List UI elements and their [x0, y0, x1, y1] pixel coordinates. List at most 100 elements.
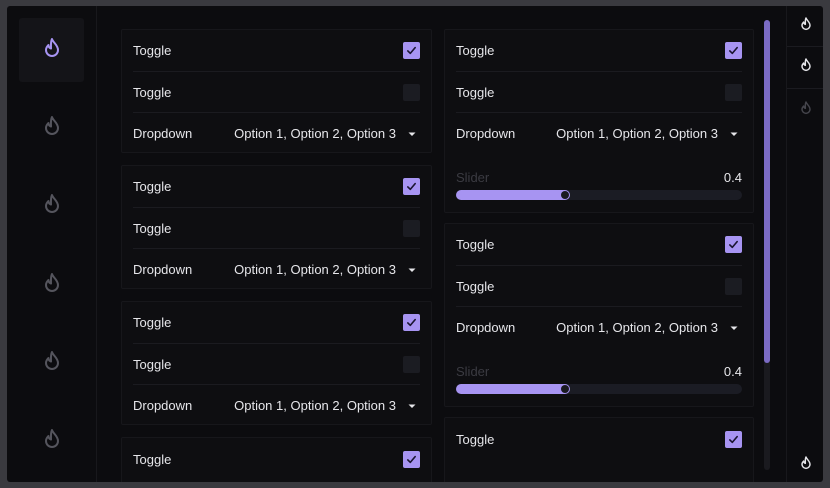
flame-icon	[40, 192, 64, 221]
sidebar-item-1[interactable]	[19, 18, 84, 82]
slider-value: 0.4	[723, 170, 742, 185]
slider-row: Slider 0.4	[456, 356, 742, 396]
toggle-row[interactable]: Toggle	[456, 224, 742, 265]
toggle-checkbox[interactable]	[725, 431, 742, 448]
dropdown-select[interactable]: Option 1, Option 2, Option 3	[556, 320, 742, 336]
dropdown-value: Option 1, Option 2, Option 3	[234, 262, 396, 277]
flame-icon	[40, 349, 64, 378]
toggle-row[interactable]: Toggle	[456, 71, 742, 113]
chevron-down-icon	[404, 262, 420, 278]
toggle-row[interactable]: Toggle	[133, 71, 420, 113]
flame-icon	[40, 114, 64, 143]
dropdown-row[interactable]: Dropdown Option 1, Option 2, Option 3	[133, 384, 420, 426]
settings-group: Toggle Toggle Dropdown Option 1, Option …	[444, 223, 754, 407]
slider-track[interactable]	[456, 190, 742, 200]
scrollbar-thumb[interactable]	[764, 20, 770, 363]
toggle-label: Toggle	[133, 179, 172, 194]
toggle-row[interactable]: Toggle	[456, 419, 742, 460]
right-toolbar	[786, 6, 823, 482]
dropdown-label: Dropdown	[456, 126, 516, 141]
slider-label: Slider	[456, 170, 490, 185]
toggle-row[interactable]: Toggle	[456, 30, 742, 71]
check-icon	[407, 46, 416, 55]
toggle-label: Toggle	[133, 452, 172, 467]
settings-group: Toggle Toggle Dropdown Option 1, Option …	[121, 301, 432, 425]
slider-label: Slider	[456, 364, 490, 379]
toggle-row[interactable]: Toggle	[133, 207, 420, 249]
dropdown-select[interactable]: Option 1, Option 2, Option 3	[234, 398, 420, 414]
chevron-down-icon	[726, 126, 742, 142]
dropdown-row[interactable]: Dropdown Option 1, Option 2, Option 3	[133, 248, 420, 290]
toggle-row[interactable]: Toggle	[133, 343, 420, 385]
settings-group: Toggle	[444, 417, 754, 482]
sidebar-item-2[interactable]	[19, 96, 84, 160]
toggle-checkbox[interactable]	[725, 278, 742, 295]
toggle-checkbox[interactable]	[403, 356, 420, 373]
toggle-row[interactable]: Toggle	[456, 265, 742, 307]
check-icon	[729, 240, 738, 249]
toggle-label: Toggle	[456, 279, 495, 294]
toggle-checkbox[interactable]	[725, 236, 742, 253]
slider-fill	[456, 190, 571, 200]
slider-fill	[456, 384, 571, 394]
dropdown-select[interactable]: Option 1, Option 2, Option 3	[234, 126, 420, 142]
slider-track[interactable]	[456, 384, 742, 394]
dropdown-value: Option 1, Option 2, Option 3	[556, 320, 718, 335]
check-icon	[729, 46, 738, 55]
check-icon	[729, 435, 738, 444]
flame-icon	[798, 16, 814, 37]
dropdown-select[interactable]: Option 1, Option 2, Option 3	[234, 262, 420, 278]
check-icon	[407, 182, 416, 191]
toggle-label: Toggle	[133, 221, 172, 236]
sidebar-item-6[interactable]	[19, 409, 84, 473]
flame-icon	[798, 57, 814, 78]
toggle-row[interactable]: Toggle	[133, 439, 420, 480]
settings-group: Toggle Toggle Dropdown Option 1, Option …	[121, 165, 432, 289]
divider	[787, 88, 823, 89]
toggle-label: Toggle	[133, 315, 172, 330]
right-toolbar-item-2[interactable]	[787, 47, 823, 87]
settings-group: Toggle	[121, 437, 432, 482]
toggle-checkbox[interactable]	[725, 42, 742, 59]
settings-group: Toggle Toggle Dropdown Option 1, Option …	[444, 29, 754, 213]
toggle-checkbox[interactable]	[403, 84, 420, 101]
sidebar-item-4[interactable]	[19, 253, 84, 317]
toggle-label: Toggle	[456, 85, 495, 100]
toggle-row[interactable]: Toggle	[133, 166, 420, 207]
toggle-label: Toggle	[456, 43, 495, 58]
toggle-checkbox[interactable]	[403, 178, 420, 195]
slider-row: Slider 0.4	[456, 162, 742, 202]
flame-icon	[40, 427, 64, 456]
toggle-label: Toggle	[456, 237, 495, 252]
dropdown-value: Option 1, Option 2, Option 3	[234, 126, 396, 141]
flame-icon	[40, 271, 64, 300]
scrollbar[interactable]	[764, 20, 770, 470]
toggle-checkbox[interactable]	[403, 42, 420, 59]
toggle-row[interactable]: Toggle	[133, 302, 420, 343]
check-icon	[407, 455, 416, 464]
sidebar	[7, 6, 97, 482]
settings-panel: Toggle Toggle Dropdown Option 1, Option …	[96, 6, 786, 482]
dropdown-label: Dropdown	[133, 262, 193, 277]
flame-icon	[798, 100, 814, 121]
dropdown-value: Option 1, Option 2, Option 3	[234, 398, 396, 413]
toggle-checkbox[interactable]	[403, 451, 420, 468]
toggle-checkbox[interactable]	[403, 220, 420, 237]
toggle-checkbox[interactable]	[403, 314, 420, 331]
toggle-row[interactable]: Toggle	[133, 30, 420, 71]
dropdown-row[interactable]: Dropdown Option 1, Option 2, Option 3	[456, 306, 742, 348]
dropdown-row[interactable]: Dropdown Option 1, Option 2, Option 3	[456, 112, 742, 154]
sidebar-item-3[interactable]	[19, 174, 84, 238]
dropdown-label: Dropdown	[133, 126, 193, 141]
settings-group: Toggle Toggle Dropdown Option 1, Option …	[121, 29, 432, 153]
dropdown-select[interactable]: Option 1, Option 2, Option 3	[556, 126, 742, 142]
right-toolbar-item-4[interactable]	[787, 445, 823, 482]
chevron-down-icon	[404, 126, 420, 142]
toggle-checkbox[interactable]	[725, 84, 742, 101]
dropdown-row[interactable]: Dropdown Option 1, Option 2, Option 3	[133, 112, 420, 154]
dropdown-label: Dropdown	[133, 398, 193, 413]
toggle-label: Toggle	[133, 85, 172, 100]
sidebar-item-5[interactable]	[19, 331, 84, 395]
right-toolbar-item-1[interactable]	[787, 6, 823, 46]
right-toolbar-item-3[interactable]	[787, 90, 823, 130]
